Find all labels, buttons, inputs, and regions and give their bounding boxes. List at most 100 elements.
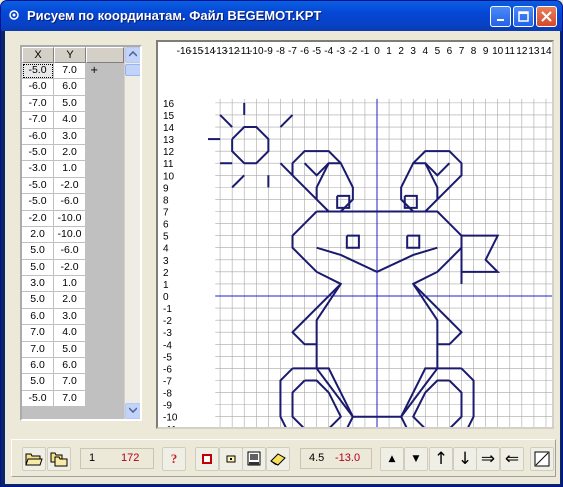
minimize-button[interactable] [490,6,511,27]
print-button[interactable] [242,447,266,471]
shift-up-button[interactable]: ↑ [429,447,453,471]
cell-y[interactable]: -10.0 [54,210,86,227]
cell-x[interactable]: 2.0 [22,226,54,244]
x-tick-label: 0 [374,46,380,57]
cell-x[interactable]: 7.0 [22,325,54,342]
row-marker [86,210,124,227]
column-header-x[interactable]: X [22,47,54,63]
save-file-button[interactable] [47,447,71,471]
x-tick-label: 5 [435,46,441,57]
cell-x[interactable]: -6.0 [22,79,54,96]
erase-point-button[interactable] [219,447,243,471]
cell-x[interactable]: 7.0 [22,341,54,359]
close-icon [541,11,552,22]
cell-y[interactable]: 7.0 [54,390,86,408]
table-row[interactable]: -7.0 4.0 [22,112,124,129]
coordinates-table[interactable]: X Y -5.0 7.0 + -6.0 6.0 -7.0 5.0 -7.0 4.0 -6.0 3.0… [20,45,142,421]
cell-x[interactable]: -3.0 [22,161,54,178]
table-scrollbar[interactable] [124,47,140,419]
y-tick-label: 4 [163,244,169,255]
row-marker [86,79,124,96]
cell-y[interactable]: 5.0 [54,95,86,113]
scroll-down-button[interactable] [125,403,140,419]
cell-x[interactable]: -7.0 [22,112,54,129]
cell-y[interactable]: -2.0 [54,177,86,195]
column-header-y[interactable]: Y [54,47,86,63]
clear-canvas-button[interactable] [530,447,554,471]
cell-x[interactable]: -5.0 [22,194,54,211]
table-row[interactable]: 5.0 7.0 [22,374,124,391]
table-row[interactable]: -5.0 2.0 [22,144,124,162]
cell-x[interactable]: 6.0 [22,358,54,375]
x-tick-label: -3 [336,46,345,57]
cell-y[interactable]: 6.0 [54,358,86,375]
shift-left-button[interactable]: ⇐ [500,447,524,471]
open-file-button[interactable] [22,447,46,471]
cell-y[interactable]: 1.0 [54,161,86,178]
maximize-button[interactable] [513,6,534,27]
cell-y[interactable]: 6.0 [54,79,86,96]
draw-point-button[interactable] [195,447,219,471]
table-row[interactable]: 7.0 5.0 [22,341,124,359]
cell-x[interactable]: 3.0 [22,276,54,293]
move-up-small-button[interactable]: ▲ [380,447,404,471]
help-button[interactable]: ? [162,447,186,471]
x-tick-label: 14 [540,46,552,57]
shift-down-button[interactable]: ↓ [453,447,477,471]
cell-y[interactable]: -6.0 [54,194,86,211]
eraser-button[interactable] [266,447,290,471]
table-row[interactable]: -6.0 3.0 [22,128,124,145]
cell-x[interactable]: 6.0 [22,308,54,326]
y-tick-label: -2 [163,316,172,327]
cell-x[interactable]: -5.0 [22,177,54,195]
table-row[interactable]: 6.0 3.0 [22,308,124,326]
cell-y[interactable]: 4.0 [54,325,86,342]
cell-x[interactable]: -5.0 [22,63,54,80]
table-row[interactable]: 5.0 -6.0 [22,243,124,260]
table-row[interactable]: -5.0 7.0 + [22,63,124,80]
cell-y[interactable]: 5.0 [54,341,86,359]
y-tick-label: 7 [163,208,169,219]
table-row[interactable]: 5.0 -2.0 [22,259,124,277]
scroll-up-button[interactable] [125,47,140,63]
title-bar[interactable]: Рисуем по координатам. Файл BEGEMOT.KPT [1,1,562,31]
table-row[interactable]: -5.0 7.0 [22,390,124,408]
table-row[interactable]: -3.0 1.0 [22,161,124,178]
table-row[interactable]: 6.0 6.0 [22,358,124,375]
cursor-x: 4.5 [309,452,325,464]
cell-x[interactable]: 5.0 [22,374,54,391]
cell-x[interactable]: -5.0 [22,144,54,162]
cell-x[interactable]: -5.0 [22,390,54,408]
cell-x[interactable]: 5.0 [22,292,54,309]
cell-x[interactable]: 5.0 [22,243,54,260]
cell-x[interactable]: 5.0 [22,259,54,277]
table-row[interactable]: 7.0 4.0 [22,325,124,342]
close-button[interactable] [536,6,557,27]
cell-x[interactable]: -7.0 [22,95,54,113]
table-row[interactable]: 3.0 1.0 [22,276,124,293]
cell-x[interactable]: -6.0 [22,128,54,145]
table-row[interactable]: -7.0 5.0 [22,95,124,113]
move-down-small-button[interactable]: ▼ [404,447,428,471]
table-row[interactable]: 2.0 -10.0 [22,226,124,244]
cell-y[interactable]: -6.0 [54,243,86,260]
table-row[interactable]: 5.0 2.0 [22,292,124,309]
table-row[interactable]: -6.0 6.0 [22,79,124,96]
cell-y[interactable]: 3.0 [54,128,86,145]
cell-y[interactable]: 7.0 [54,63,86,80]
cell-y[interactable]: -10.0 [54,226,86,244]
cell-y[interactable]: 7.0 [54,374,86,391]
table-row[interactable]: -2.0 -10.0 [22,210,124,227]
cell-y[interactable]: 1.0 [54,276,86,293]
cell-y[interactable]: 2.0 [54,292,86,309]
shift-right-button[interactable]: ⇒ [476,447,500,471]
cell-y[interactable]: 2.0 [54,144,86,162]
cell-x[interactable]: -2.0 [22,210,54,227]
drawing-canvas[interactable]: -16 -15 -14 -13 -12 -11 -10 -9 -8 -7 -6 -5 -4 -3 -2 -1 0… [156,40,554,429]
cell-y[interactable]: -2.0 [54,259,86,277]
cell-y[interactable]: 3.0 [54,308,86,326]
table-row[interactable]: -5.0 -6.0 [22,194,124,211]
table-row[interactable]: -5.0 -2.0 [22,177,124,195]
scroll-thumb[interactable] [125,64,140,76]
cell-y[interactable]: 4.0 [54,112,86,129]
